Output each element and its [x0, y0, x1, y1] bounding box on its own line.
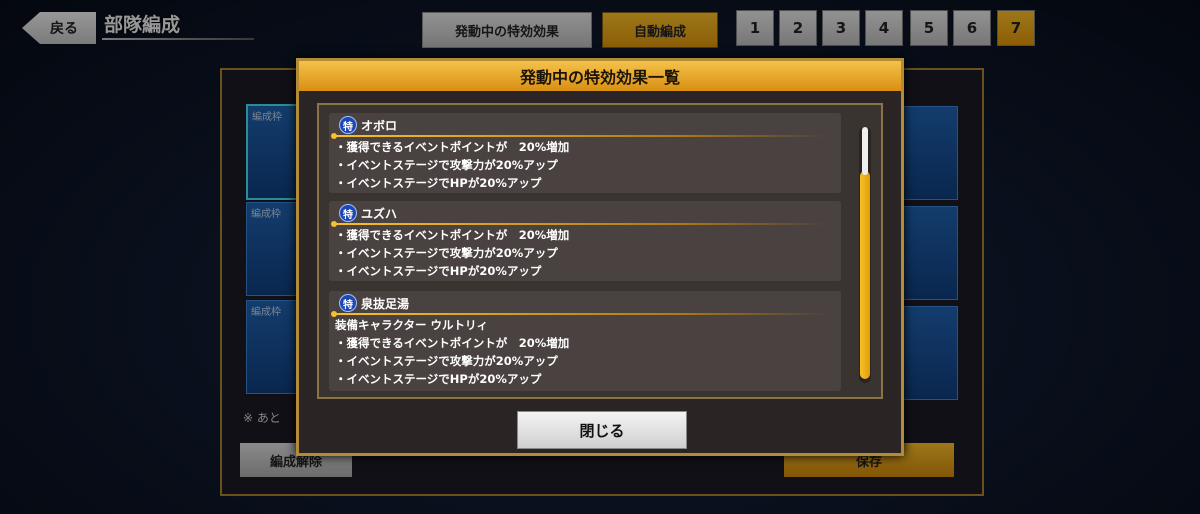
- special-effect-badge-icon: 特: [339, 204, 357, 222]
- effect-text: ・イベントステージで攻撃力が20%アップ: [335, 246, 558, 260]
- entry-name: オボロ: [361, 118, 398, 133]
- equipped-character-text: 装備キャラクター ウルトリィ: [335, 318, 489, 332]
- effect-text: ・イベントステージで攻撃力が20%アップ: [335, 354, 558, 368]
- special-effect-badge-icon: 特: [339, 294, 357, 312]
- effect-text: ・獲得できるイベントポイントが 20%増加: [335, 228, 570, 242]
- scrollbar-cap: [862, 127, 868, 175]
- effect-entry: 特 泉抜足湯 装備キャラクター ウルトリィ ・獲得できるイベントポイントが 20…: [329, 291, 841, 391]
- entry-divider: [333, 313, 827, 315]
- entry-name: 泉抜足湯: [361, 296, 410, 311]
- effect-entry: 特 オボロ ・獲得できるイベントポイントが 20%増加 ・イベントステージで攻撃…: [329, 113, 841, 193]
- entry-name: ユズハ: [361, 206, 398, 221]
- close-button[interactable]: 閉じる: [517, 411, 687, 449]
- effect-text: ・イベントステージで攻撃力が20%アップ: [335, 158, 558, 172]
- effects-list[interactable]: 特 オボロ ・獲得できるイベントポイントが 20%増加 ・イベントステージで攻撃…: [317, 103, 883, 399]
- entry-divider: [333, 135, 827, 137]
- entry-header: 特 オボロ: [339, 116, 398, 134]
- effect-text: ・イベントステージでHPが20%アップ: [335, 176, 542, 190]
- effect-text: ・イベントステージでHPが20%アップ: [335, 372, 542, 386]
- effect-text: ・イベントステージでHPが20%アップ: [335, 264, 542, 278]
- effects-modal: 発動中の特効効果一覧 特 オボロ ・獲得できるイベントポイントが 20%増加 ・…: [296, 58, 904, 456]
- effect-text: ・獲得できるイベントポイントが 20%増加: [335, 140, 570, 154]
- effect-text: ・獲得できるイベントポイントが 20%増加: [335, 336, 570, 350]
- entry-divider: [333, 223, 827, 225]
- entry-header: 特 ユズハ: [339, 204, 398, 222]
- special-effect-badge-icon: 特: [339, 116, 357, 134]
- modal-title: 発動中の特効効果一覧: [299, 61, 901, 91]
- effect-entry: 特 ユズハ ・獲得できるイベントポイントが 20%増加 ・イベントステージで攻撃…: [329, 201, 841, 281]
- entry-header: 特 泉抜足湯: [339, 294, 410, 312]
- scrollbar-thumb[interactable]: [860, 171, 870, 379]
